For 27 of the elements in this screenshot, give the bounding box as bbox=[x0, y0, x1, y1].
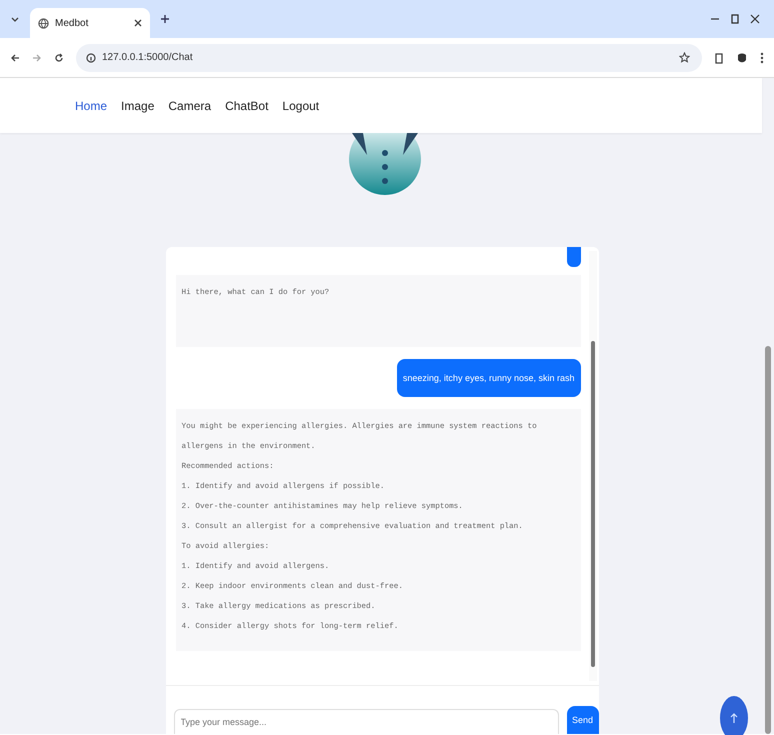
globe-icon bbox=[38, 18, 49, 28]
restore-icon[interactable] bbox=[730, 14, 740, 24]
profile-icon[interactable] bbox=[736, 52, 748, 64]
tab-title: Medbot bbox=[55, 18, 90, 28]
address-bar[interactable]: 127.0.0.1:5000/Chat bbox=[76, 44, 702, 72]
close-icon[interactable] bbox=[134, 19, 142, 27]
url-text: 127.0.0.1:5000/Chat bbox=[102, 52, 193, 63]
arrow-up-icon bbox=[730, 712, 738, 724]
reload-icon[interactable] bbox=[54, 52, 64, 62]
scroll-top-button[interactable] bbox=[720, 696, 748, 735]
nav-link[interactable]: Home bbox=[75, 98, 108, 112]
nav-link[interactable]: Logout bbox=[282, 98, 320, 112]
send-button[interactable]: Send bbox=[566, 706, 598, 734]
scrollbar[interactable] bbox=[588, 251, 596, 681]
back-icon[interactable] bbox=[10, 52, 20, 62]
star-icon[interactable] bbox=[679, 52, 690, 63]
nav-link[interactable]: Camera bbox=[168, 98, 212, 112]
nav-link[interactable]: Image bbox=[121, 98, 154, 112]
user-message: sneezing, itchy eyes, runny nose, skin rash bbox=[396, 359, 580, 397]
more-icon[interactable] bbox=[760, 52, 764, 64]
nav-link[interactable]: ChatBot bbox=[225, 98, 268, 112]
browser-tab[interactable]: Medbot bbox=[30, 8, 150, 38]
info-icon bbox=[86, 52, 96, 62]
logo-icon bbox=[349, 133, 421, 196]
close-icon[interactable] bbox=[750, 14, 760, 24]
message-input[interactable]: Type your message... bbox=[174, 709, 558, 734]
new-tab-icon[interactable] bbox=[160, 14, 170, 24]
